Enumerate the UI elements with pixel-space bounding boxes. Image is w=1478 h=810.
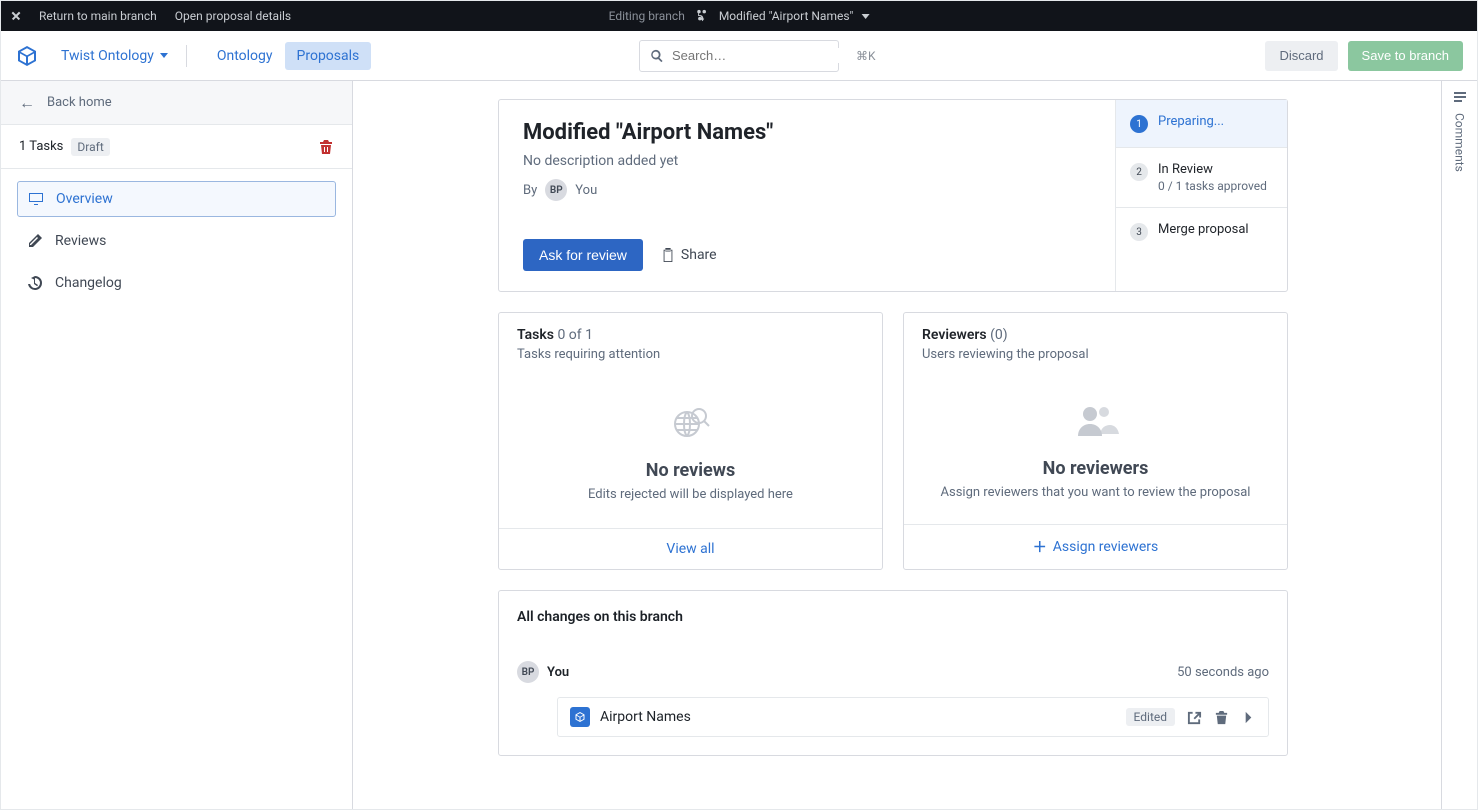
divider: [186, 45, 187, 67]
workspace-name-dropdown[interactable]: Twist Ontology: [61, 48, 168, 64]
step-title: Merge proposal: [1158, 222, 1249, 237]
tasks-count-label: 1 Tasks: [19, 139, 63, 154]
tasks-empty-subtitle: Edits rejected will be displayed here: [588, 487, 793, 502]
monitor-icon: [28, 191, 44, 207]
chevron-down-icon: [861, 14, 869, 19]
back-home-label: Back home: [47, 95, 112, 110]
plus-icon: ＋: [1033, 537, 1047, 557]
search-globe-icon: [667, 398, 715, 446]
people-icon: [1072, 396, 1120, 444]
step-subtitle: 0 / 1 tasks approved: [1158, 179, 1267, 193]
reviewers-empty-subtitle: Assign reviewers that you want to review…: [941, 485, 1251, 500]
open-external-button[interactable]: [1187, 710, 1202, 725]
sidebar-item-changelog[interactable]: Changelog: [17, 265, 336, 301]
pencil-icon: [27, 233, 43, 249]
tab-proposals[interactable]: Proposals: [285, 42, 372, 70]
proposal-title: Modified "Airport Names": [523, 120, 1091, 145]
tasks-panel: Tasks 0 of 1 Tasks requiring attention N…: [498, 312, 883, 570]
tab-ontology[interactable]: Ontology: [205, 42, 285, 70]
assign-reviewers-label: Assign reviewers: [1053, 539, 1159, 555]
close-icon[interactable]: [11, 11, 21, 21]
ask-for-review-button[interactable]: Ask for review: [523, 239, 643, 271]
return-to-main-branch-link[interactable]: Return to main branch: [39, 9, 157, 23]
delete-change-button[interactable]: [1214, 710, 1229, 725]
changes-panel: All changes on this branch BP You 50 sec…: [498, 590, 1288, 756]
share-label: Share: [681, 247, 717, 263]
step-number: 2: [1130, 163, 1148, 181]
view-all-tasks-link[interactable]: View all: [666, 541, 714, 557]
clipboard-icon: [661, 248, 675, 262]
search-icon: [650, 49, 664, 63]
editing-branch-label: Editing branch: [609, 9, 685, 23]
reviewers-empty-title: No reviewers: [1043, 458, 1149, 479]
app-logo-icon[interactable]: [15, 44, 39, 68]
branch-icon: [695, 9, 709, 23]
sidebar-item-label: Reviews: [55, 233, 106, 249]
author-name: You: [575, 183, 597, 198]
reviewers-panel-subtitle: Users reviewing the proposal: [922, 347, 1269, 362]
reviewers-panel-title: Reviewers: [922, 327, 987, 343]
branch-name: Modified "Airport Names": [719, 9, 854, 23]
history-icon: [27, 275, 43, 291]
change-author-label: You: [547, 665, 569, 680]
step-title: Preparing...: [1158, 114, 1224, 129]
sidebar-item-label: Changelog: [55, 275, 122, 291]
comments-toggle-icon[interactable]: [1452, 89, 1468, 105]
change-item[interactable]: Airport Names Edited: [557, 697, 1269, 737]
search-input[interactable]: ⌘K: [639, 40, 839, 72]
sidebar-item-overview[interactable]: Overview: [17, 181, 336, 217]
search-field[interactable]: [672, 48, 848, 63]
delete-draft-button[interactable]: [318, 139, 334, 155]
reviewers-panel: Reviewers (0) Users reviewing the propos…: [903, 312, 1288, 570]
share-button[interactable]: Share: [661, 247, 717, 263]
discard-button[interactable]: Discard: [1265, 41, 1337, 71]
by-label: By: [523, 183, 537, 198]
branch-name-dropdown[interactable]: Modified "Airport Names": [719, 9, 870, 23]
step-merge-proposal[interactable]: 3 Merge proposal: [1116, 208, 1287, 255]
reviewers-count: (0): [990, 327, 1008, 343]
open-proposal-details-link[interactable]: Open proposal details: [175, 9, 291, 23]
step-title: In Review: [1158, 162, 1267, 177]
tasks-empty-title: No reviews: [646, 460, 735, 481]
back-home-link[interactable]: ← Back home: [1, 81, 352, 125]
proposal-description: No description added yet: [523, 153, 1091, 169]
author-avatar: BP: [545, 179, 567, 201]
change-item-name: Airport Names: [600, 709, 691, 725]
arrow-left-icon: ←: [19, 93, 35, 113]
changes-title: All changes on this branch: [517, 609, 1269, 625]
sidebar-item-label: Overview: [56, 191, 113, 207]
expand-change-button[interactable]: [1241, 710, 1256, 725]
change-timestamp: 50 seconds ago: [1177, 665, 1269, 680]
step-number: 1: [1130, 115, 1148, 133]
tasks-panel-subtitle: Tasks requiring attention: [517, 347, 864, 362]
cube-icon: [570, 707, 590, 727]
step-preparing[interactable]: 1 Preparing...: [1116, 100, 1287, 148]
step-in-review[interactable]: 2 In Review 0 / 1 tasks approved: [1116, 148, 1287, 208]
step-number: 3: [1130, 223, 1148, 241]
edited-badge: Edited: [1126, 708, 1175, 726]
workspace-name-label: Twist Ontology: [61, 48, 154, 64]
chevron-down-icon: [160, 53, 168, 58]
search-shortcut-label: ⌘K: [856, 49, 876, 63]
save-to-branch-button[interactable]: Save to branch: [1348, 41, 1463, 71]
comments-rail-label[interactable]: Comments: [1453, 113, 1467, 172]
assign-reviewers-link[interactable]: ＋ Assign reviewers: [1033, 537, 1159, 557]
change-author-avatar: BP: [517, 661, 539, 683]
draft-badge: Draft: [71, 138, 109, 156]
tasks-count: 0 of 1: [557, 327, 593, 343]
sidebar-item-reviews[interactable]: Reviews: [17, 223, 336, 259]
tasks-panel-title: Tasks: [517, 327, 554, 343]
